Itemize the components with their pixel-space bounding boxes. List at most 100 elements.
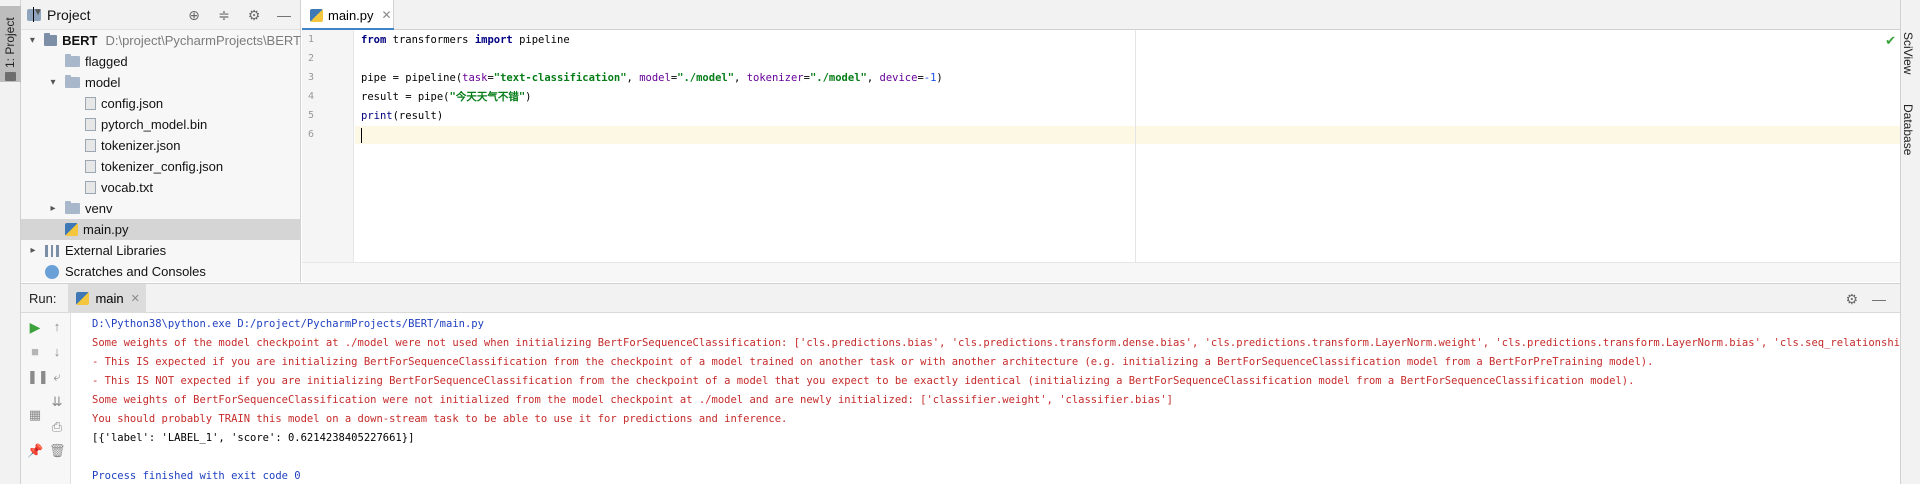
console-line: D:\Python38\python.exe D:/project/Pychar… — [92, 318, 484, 330]
code-token: ) — [936, 72, 943, 84]
chevron-down-icon[interactable]: ▾ — [27, 35, 38, 46]
string-token: "./model" — [809, 72, 867, 84]
file-icon — [85, 181, 96, 194]
code-token: (result) — [392, 110, 444, 122]
tree-item[interactable]: tokenizer.json — [21, 135, 301, 156]
project-pane-header: Project ▼ ⊕ ≑ ⚙ — — [21, 0, 300, 30]
console-line: - This IS expected if you are initializi… — [92, 356, 1654, 368]
tree-item[interactable]: ▾ model — [21, 72, 301, 93]
checkmark-icon: ✔ — [1885, 33, 1896, 48]
code-line-3: pipe = pipeline(task="text-classificatio… — [361, 69, 943, 87]
run-toolbar: ▶ ↑ ■ ↓ ❚❚ ⤶ ⇊ ▦ ⎙ 📌 🗑 — [21, 313, 71, 484]
tree-item-label: BERT — [62, 33, 98, 48]
run-label: Run: — [29, 290, 57, 306]
tree-item-label: tokenizer_config.json — [101, 159, 224, 174]
editor-tab-label: main.py — [328, 7, 374, 23]
layout-icon[interactable]: ▦ — [27, 407, 43, 423]
tree-item-label: vocab.txt — [101, 180, 154, 195]
code-token: , — [866, 72, 880, 84]
tree-item-label: pytorch_model.bin — [101, 117, 208, 132]
current-line-highlight — [355, 126, 1900, 144]
trash-icon[interactable]: 🗑 — [49, 443, 66, 459]
string-token: "text-classification" — [493, 72, 627, 84]
line-number-gutter: 1 2 3 4 5 6 — [302, 30, 354, 262]
minimize-icon[interactable]: — — [1872, 291, 1886, 308]
chevron-right-icon[interactable]: ▸ — [27, 245, 39, 256]
tree-item[interactable]: ▸ venv — [21, 198, 301, 219]
chevron-down-icon[interactable]: ▾ — [47, 77, 59, 88]
code-area[interactable]: from transformers import pipeline pipe =… — [355, 30, 1900, 262]
folder-icon — [43, 33, 58, 46]
tree-item[interactable]: vocab.txt — [21, 177, 301, 198]
editor-bottom-area — [302, 262, 1900, 282]
tree-item[interactable]: pytorch_model.bin — [21, 114, 301, 135]
keyword-token: import — [474, 34, 513, 46]
folder-icon — [5, 72, 16, 81]
param-token: tokenizer — [746, 72, 804, 84]
code-token: pipeline — [512, 34, 570, 46]
scratches-icon — [45, 264, 59, 279]
code-token: transformers — [386, 34, 475, 46]
code-token: pipe = pipeline( — [361, 72, 463, 84]
close-icon[interactable]: ✕ — [382, 8, 392, 22]
arrow-down-icon[interactable]: ↓ — [49, 344, 65, 360]
library-icon — [45, 244, 59, 257]
crosshair-icon[interactable]: ⊕ — [186, 7, 202, 23]
tree-item[interactable]: Scratches and Consoles — [21, 261, 301, 282]
tree-item-label: tokenizer.json — [101, 138, 181, 153]
file-icon — [85, 139, 96, 152]
param-token: task — [462, 72, 488, 84]
tree-item[interactable]: ▾ BERT D:\project\PycharmProjects\BERT — [21, 30, 301, 51]
editor-tab-main-py[interactable]: main.py ✕ — [302, 0, 394, 31]
pause-icon[interactable]: ❚❚ — [27, 369, 49, 385]
file-icon — [85, 160, 96, 173]
tree-item[interactable]: main.py — [21, 219, 301, 240]
arrow-up-icon[interactable]: ↑ — [49, 319, 65, 335]
param-token: model — [639, 72, 671, 84]
line-number: 6 — [308, 129, 315, 140]
tree-item-label: flagged — [85, 54, 128, 69]
tree-item[interactable]: flagged — [21, 51, 301, 72]
code-token: , — [626, 72, 640, 84]
project-pane-title[interactable]: Project — [47, 7, 91, 23]
left-tool-strip: 1: Project — [0, 0, 21, 484]
print-icon[interactable]: ⎙ — [49, 419, 65, 435]
line-number: 2 — [308, 53, 315, 64]
scroll-to-end-icon[interactable]: ⇊ — [49, 394, 65, 410]
run-tab-label: main — [95, 290, 124, 306]
tree-item-label: main.py — [83, 222, 129, 237]
gear-icon[interactable]: ⚙ — [246, 7, 262, 23]
stop-icon[interactable]: ■ — [27, 344, 43, 360]
python-file-icon — [310, 8, 323, 22]
sciview-tool-tab[interactable]: SciView — [1901, 32, 1915, 74]
pin-icon[interactable]: 📌 — [27, 443, 43, 459]
run-panel-header: Run: main ✕ ⚙ — — [21, 283, 1900, 313]
ide-window: 1: Project SciView Database Project ▼ ⊕ … — [0, 0, 1920, 484]
soft-wrap-icon[interactable]: ⤶ — [49, 369, 65, 385]
right-tool-strip: SciView Database — [1900, 0, 1920, 484]
minimize-icon[interactable]: — — [276, 7, 292, 23]
tree-item[interactable]: tokenizer_config.json — [21, 156, 301, 177]
file-icon — [85, 97, 96, 110]
console-line: [{'label': 'LABEL_1', 'score': 0.6214238… — [92, 432, 415, 444]
gear-icon[interactable]: ⚙ — [1845, 291, 1858, 308]
tree-item[interactable]: config.json — [21, 93, 301, 114]
chevron-down-icon[interactable]: ▼ — [33, 7, 43, 22]
rerun-icon[interactable]: ▶ — [27, 319, 43, 335]
code-editor[interactable]: 1 2 3 4 5 6 from transformers import pip… — [302, 30, 1900, 262]
tree-item[interactable]: ▸ External Libraries — [21, 240, 301, 261]
project-tool-tab[interactable]: 1: Project — [0, 6, 21, 82]
tree-item-label: Scratches and Consoles — [65, 264, 206, 279]
code-token: , — [734, 72, 747, 84]
database-tool-tab[interactable]: Database — [1901, 104, 1915, 155]
line-number: 4 — [308, 91, 315, 102]
collapse-all-icon[interactable]: ≑ — [216, 7, 232, 23]
project-pane: Project ▼ ⊕ ≑ ⚙ — ▾ BERT D:\project\Pychar… — [21, 0, 301, 282]
close-icon[interactable]: ✕ — [131, 292, 140, 305]
chevron-right-icon[interactable]: ▸ — [47, 203, 59, 214]
run-tab-main[interactable]: main ✕ — [68, 283, 147, 313]
code-token: ) — [525, 91, 532, 103]
run-console[interactable]: D:\Python38\python.exe D:/project/Pychar… — [72, 313, 1900, 484]
tree-item-label: config.json — [101, 96, 164, 111]
keyword-token: from — [361, 34, 387, 46]
